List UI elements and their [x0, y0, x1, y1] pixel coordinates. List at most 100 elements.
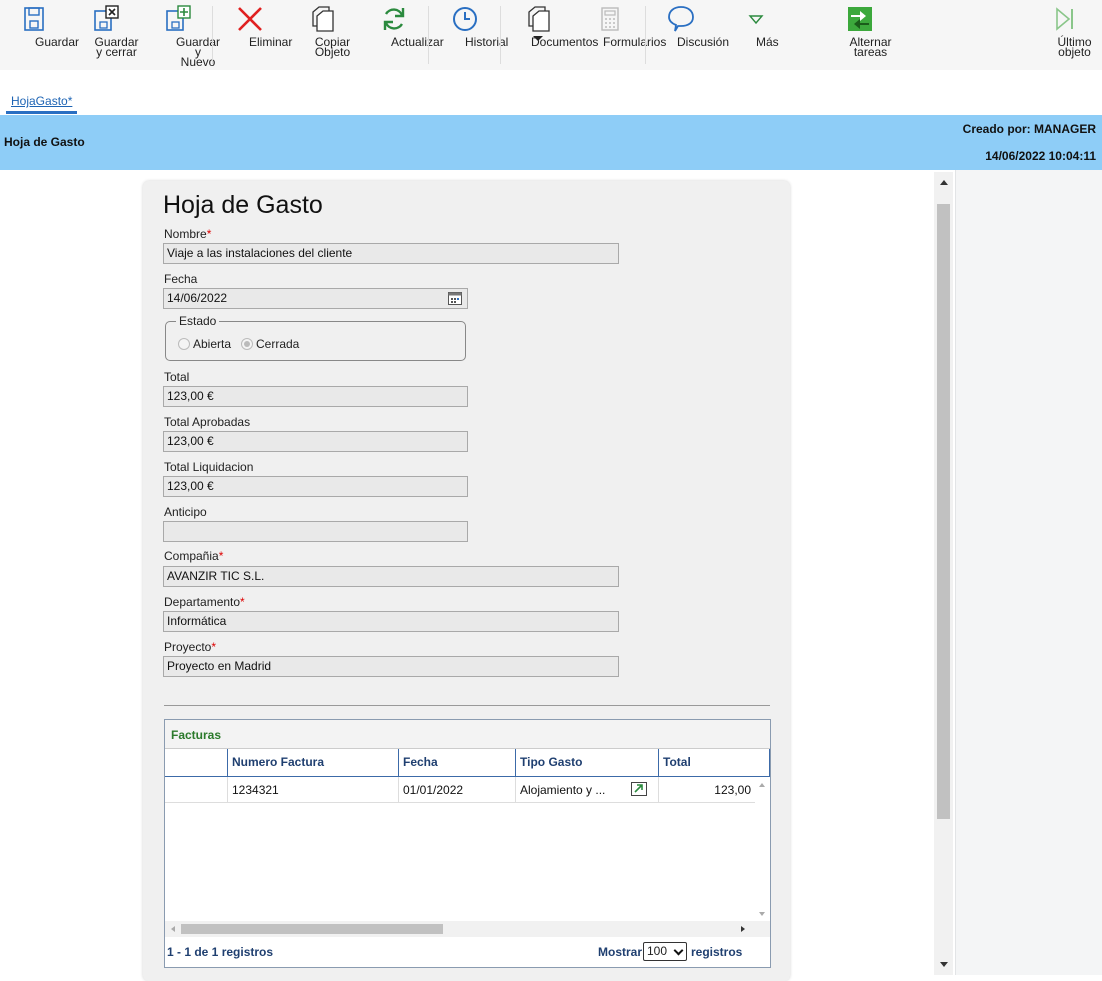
cell-numero: 1234321: [227, 777, 398, 803]
radio-abierta-dot[interactable]: [178, 338, 190, 350]
grid-footer: 1 - 1 de 1 registros Mostrar 100 registr…: [165, 937, 770, 967]
total-liquidacion-label: Total Liquidacion: [164, 460, 254, 474]
record-header: Hoja de Gasto Creado por: MANAGER 14/06/…: [0, 115, 1102, 170]
cell-tipo-text: Alojamiento y ...: [520, 783, 606, 797]
total-aprobadas-label: Total Aprobadas: [164, 415, 251, 429]
tab-label: HojaGasto*: [11, 94, 73, 108]
compania-label: Compañia*: [164, 549, 224, 563]
cell-fecha: 01/01/2022: [398, 777, 515, 803]
cell-tipo: Alojamiento y ...: [515, 777, 658, 803]
floppy-new-icon: [166, 5, 191, 31]
total-field[interactable]: 123,00 €: [163, 386, 468, 407]
clock-icon: [453, 7, 477, 31]
discussion-button[interactable]: Discusión: [656, 4, 729, 64]
created-at: 14/06/2022 10:04:11: [985, 149, 1096, 163]
save-close-label: Guardar y cerrar: [94, 35, 139, 59]
floppy-close-icon: [94, 5, 119, 31]
toggle-tasks-label: Alternar tareas: [849, 35, 892, 59]
scroll-thumb[interactable]: [937, 204, 950, 819]
total-aprobadas-field[interactable]: 123,00 €: [163, 431, 468, 452]
col-tipo-gasto[interactable]: Tipo Gasto: [515, 749, 658, 777]
grid-hscroll-thumb[interactable]: [181, 924, 443, 934]
page-scrollbar[interactable]: [934, 172, 953, 975]
toggle-arrows-icon: [848, 7, 872, 31]
grid-vscroll[interactable]: [755, 777, 770, 921]
delete-label: Eliminar: [249, 35, 293, 49]
skip-end-icon: [1056, 7, 1073, 31]
col-numero-factura[interactable]: Numero Factura: [227, 749, 398, 777]
grid-scroll-down-icon[interactable]: [759, 912, 765, 916]
estado-legend: Estado: [176, 314, 220, 328]
history-button[interactable]: Historial: [444, 4, 508, 64]
tab-hojagasto[interactable]: HojaGasto*: [6, 94, 78, 114]
fecha-field[interactable]: 14/06/2022: [163, 288, 468, 309]
cell-total: 123,00: [658, 777, 755, 803]
save-button[interactable]: Guardar: [14, 4, 79, 64]
save-close-button[interactable]: Guardar y cerrar: [70, 4, 142, 64]
delete-button[interactable]: Eliminar: [228, 4, 292, 64]
toggle-tasks-button[interactable]: Alternar tareas: [825, 4, 895, 64]
last-object-button[interactable]: Último objeto: [1034, 4, 1094, 64]
documents-button[interactable]: Documentos: [510, 4, 598, 64]
radio-abierta[interactable]: Abierta: [178, 337, 231, 351]
refresh-button[interactable]: Actualizar: [370, 4, 444, 64]
table-row[interactable]: 1234321 01/01/2022 Alojamiento y ... 123…: [165, 777, 755, 803]
proyecto-field[interactable]: Proyecto en Madrid: [163, 656, 619, 677]
facturas-grid: Facturas Numero Factura Fecha Tipo Gasto…: [164, 719, 771, 968]
refresh-label: Actualizar: [391, 35, 444, 49]
anticipo-field[interactable]: [163, 521, 468, 542]
more-button[interactable]: Más: [735, 4, 779, 64]
save-new-button[interactable]: Guardar y Nuevo: [155, 4, 220, 68]
last-object-label: Último objeto: [1057, 35, 1092, 59]
discussion-label: Discusión: [677, 35, 730, 49]
side-panel: [955, 170, 1102, 975]
forms-button[interactable]: Formularios: [582, 4, 666, 64]
scroll-down-icon[interactable]: [940, 962, 948, 967]
departamento-label: Departamento*: [164, 595, 245, 609]
page-size-select[interactable]: 100: [643, 942, 687, 961]
grid-scroll-right-icon[interactable]: [741, 926, 745, 932]
grid-header: Numero Factura Fecha Tipo Gasto Total: [165, 749, 770, 777]
col-select[interactable]: [165, 749, 227, 777]
toolbar-separator: [500, 6, 501, 64]
registros-label: registros: [691, 945, 743, 959]
form-title: Hoja de Gasto: [163, 191, 323, 219]
copy-object-button[interactable]: Copiar Objeto: [290, 4, 354, 64]
record-count: 1 - 1 de 1 registros: [167, 945, 274, 959]
col-fecha[interactable]: Fecha: [398, 749, 515, 777]
more-label: Más: [756, 35, 779, 49]
scroll-up-icon[interactable]: [940, 180, 948, 185]
triangle-down-icon: [748, 15, 764, 25]
page-size-value: 100: [647, 944, 668, 958]
floppy-disk-icon: [24, 7, 44, 31]
anticipo-label: Anticipo: [164, 505, 207, 519]
chevron-down-icon: [673, 945, 684, 956]
grid-scroll-up-icon[interactable]: [759, 783, 765, 787]
total-label: Total: [164, 370, 190, 384]
departamento-field[interactable]: Informática: [163, 611, 619, 632]
grid-title: Facturas: [171, 728, 222, 742]
toolbar-separator: [428, 6, 429, 64]
radio-cerrada-dot[interactable]: [241, 338, 253, 350]
copy-object-label: Copiar Objeto: [314, 35, 351, 59]
save-new-label: Guardar y Nuevo: [176, 35, 221, 69]
fecha-value: 14/06/2022: [167, 291, 228, 305]
col-total[interactable]: Total: [658, 749, 770, 777]
section-divider: [164, 705, 770, 706]
delete-x-icon: [238, 7, 262, 31]
total-liquidacion-field[interactable]: 123,00 €: [163, 476, 468, 497]
nombre-label: Nombre*: [164, 227, 212, 241]
grid-scroll-left-icon[interactable]: [171, 926, 175, 932]
open-link-icon[interactable]: [631, 782, 647, 796]
calculator-icon: [601, 7, 619, 31]
header-title: Hoja de Gasto: [4, 135, 85, 149]
refresh-icon: [383, 8, 405, 30]
documents-icon: [528, 6, 550, 32]
radio-cerrada[interactable]: Cerrada: [241, 337, 299, 351]
cell-select[interactable]: [165, 777, 227, 803]
compania-field[interactable]: AVANZIR TIC S.L.: [163, 566, 619, 587]
grid-hscroll[interactable]: [165, 921, 770, 937]
nombre-field[interactable]: Viaje a las instalaciones del cliente: [163, 243, 619, 264]
calendar-icon[interactable]: [448, 292, 462, 305]
toolbar: Guardar Guardar y cerrar Guardar y Nuevo…: [0, 0, 1102, 70]
